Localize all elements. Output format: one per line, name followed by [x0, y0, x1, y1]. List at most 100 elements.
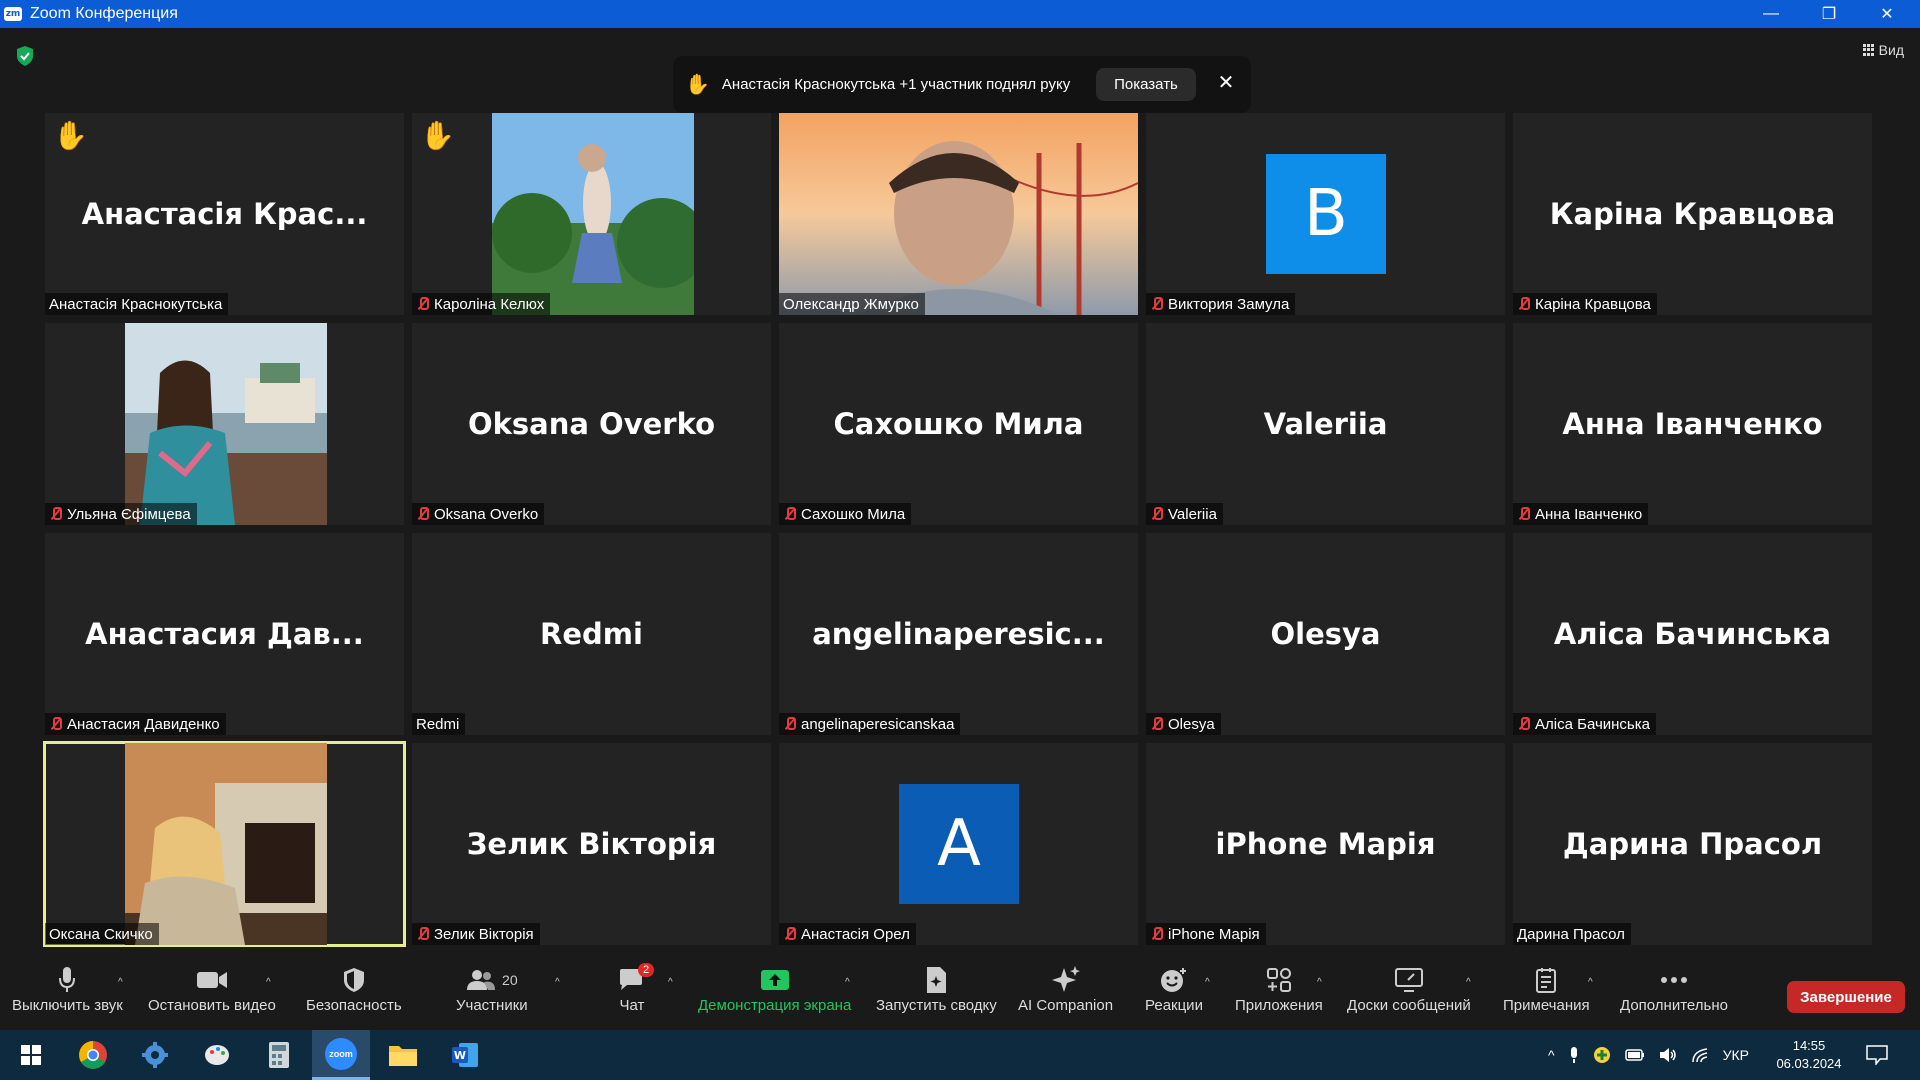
participant-name-label: Зелик Вікторія	[412, 923, 540, 945]
notes-caret-icon[interactable]: ^	[1588, 977, 1593, 988]
participant-video-feed	[492, 113, 694, 315]
participant-tile[interactable]: Анна Іванченко Анна Іванченко	[1513, 323, 1872, 525]
more-button[interactable]: Дополнительно	[1620, 963, 1728, 1014]
view-button[interactable]: Вид	[1862, 42, 1904, 58]
action-center-icon	[1866, 1045, 1888, 1065]
notes-button[interactable]: Примечания	[1503, 963, 1590, 1014]
whiteboards-label: Доски сообщений	[1347, 997, 1471, 1014]
reactions-caret-icon[interactable]: ^	[1205, 977, 1210, 988]
taskbar-file-explorer[interactable]	[374, 1030, 432, 1080]
apps-icon	[1266, 968, 1291, 992]
participant-display-name: Valeriia	[1263, 407, 1388, 441]
wifi-icon[interactable]	[1691, 1047, 1709, 1063]
ai-companion-button[interactable]: AI Companion	[1018, 963, 1113, 1014]
security-button[interactable]: Безопасность	[306, 963, 402, 1014]
participant-display-name: Redmi	[540, 617, 643, 651]
close-window-button[interactable]: ✕	[1858, 0, 1916, 28]
participant-tile[interactable]: ✋ Кароліна Келюх	[412, 113, 771, 315]
taskbar-settings[interactable]	[126, 1030, 184, 1080]
muted-mic-icon	[1150, 506, 1163, 522]
tray-microphone-icon[interactable]	[1569, 1046, 1579, 1064]
participant-tile[interactable]: Redmi Redmi	[412, 533, 771, 735]
mute-button[interactable]: Выключить звук	[12, 963, 123, 1014]
start-summary-button[interactable]: Запустить сводку	[876, 963, 997, 1014]
encryption-shield-icon[interactable]	[16, 46, 34, 66]
show-button[interactable]: Показать	[1096, 68, 1196, 101]
reactions-button[interactable]: Реакции	[1145, 963, 1203, 1014]
chat-label: Чат	[619, 997, 645, 1014]
participant-tile[interactable]: B Виктория Замула	[1146, 113, 1505, 315]
chat-unread-badge: 2	[638, 963, 655, 977]
participant-name: Oksana Overko	[434, 505, 539, 523]
participant-tile[interactable]: Олександр Жмурко	[779, 113, 1138, 315]
participant-tile[interactable]: iPhone Марія iPhone Марія	[1146, 743, 1505, 945]
muted-mic-icon	[783, 716, 796, 732]
whiteboards-button[interactable]: Доски сообщений	[1347, 963, 1471, 1014]
taskbar-calculator[interactable]	[250, 1030, 308, 1080]
participant-tile[interactable]: Ульяна Єфімцева	[45, 323, 404, 525]
participant-tile[interactable]: A Анастасія Орел	[779, 743, 1138, 945]
participant-display-name: Oksana Overko	[467, 407, 716, 441]
participant-tile[interactable]: Аліса Бачинська Аліса Бачинська	[1513, 533, 1872, 735]
close-notification-button[interactable]: ✕	[1213, 70, 1239, 95]
taskbar-chrome[interactable]	[64, 1030, 122, 1080]
tray-app-status-icon[interactable]	[1593, 1046, 1611, 1064]
participant-display-name: Зелик Вікторія	[466, 827, 717, 861]
battery-icon[interactable]	[1624, 1049, 1645, 1061]
participant-tile[interactable]: Valeriia Valeriia	[1146, 323, 1505, 525]
participant-avatar: A	[899, 784, 1019, 904]
apps-button[interactable]: Приложения	[1235, 963, 1323, 1014]
participant-name: Олександр Жмурко	[783, 295, 919, 313]
chat-button[interactable]: 2 Чат	[618, 963, 655, 1014]
participant-tile[interactable]: Зелик Вікторія Зелик Вікторія	[412, 743, 771, 945]
participant-tile[interactable]: Оксана Скичко	[43, 741, 406, 947]
participant-name: Анастасія Краснокутська	[49, 295, 223, 313]
audio-options-caret-icon[interactable]: ^	[118, 977, 123, 988]
clock-date: 06.03.2024	[1776, 1056, 1842, 1071]
minimize-button[interactable]: —	[1742, 0, 1800, 28]
muted-mic-icon	[416, 506, 429, 522]
taskbar-word[interactable]: W	[436, 1030, 494, 1080]
ai-sparkle-icon	[1051, 966, 1080, 992]
participant-tile[interactable]: Сахошко Мила Сахошко Мила	[779, 323, 1138, 525]
settings-gear-icon	[142, 1042, 168, 1068]
notes-icon	[1536, 968, 1557, 993]
windows-start-button[interactable]	[2, 1030, 60, 1080]
tray-overflow-chevron-icon[interactable]: ^	[1548, 1047, 1555, 1063]
taskbar-paint[interactable]	[188, 1030, 246, 1080]
clock[interactable]: 14:55 06.03.2024	[1766, 1030, 1852, 1080]
notes-label: Примечания	[1503, 997, 1590, 1014]
apps-caret-icon[interactable]: ^	[1317, 977, 1322, 988]
participant-tile[interactable]: Дарина Прасол Дарина Прасол	[1513, 743, 1872, 945]
participant-tile[interactable]: Oksana Overko Oksana Overko	[412, 323, 771, 525]
reaction-smiley-icon	[1160, 968, 1186, 992]
participants-caret-icon[interactable]: ^	[555, 977, 560, 988]
participant-tile[interactable]: Каріна Кравцова Каріна Кравцова	[1513, 113, 1872, 315]
participant-name: Olesya	[1168, 715, 1215, 733]
participant-tile[interactable]: angelinaperesic... angelinaperesicanskaa	[779, 533, 1138, 735]
start-summary-label: Запустить сводку	[876, 997, 997, 1014]
share-screen-button[interactable]: Демонстрация экрана	[698, 963, 851, 1014]
share-screen-label: Демонстрация экрана	[698, 997, 852, 1014]
share-options-caret-icon[interactable]: ^	[845, 977, 850, 988]
participant-tile[interactable]: Olesya Olesya	[1146, 533, 1505, 735]
stop-video-button[interactable]: Остановить видео	[148, 963, 276, 1014]
word-icon: W	[452, 1043, 478, 1067]
input-language[interactable]: УКР	[1723, 1047, 1749, 1063]
participant-display-name: Olesya	[1270, 617, 1381, 651]
chat-caret-icon[interactable]: ^	[668, 977, 673, 988]
participant-tile[interactable]: Анастасия Дав... Анастасия Давиденко	[45, 533, 404, 735]
participants-button[interactable]: 20 Участники	[456, 963, 528, 1014]
volume-icon[interactable]	[1659, 1047, 1677, 1063]
svg-text:W: W	[454, 1049, 466, 1062]
whiteboards-caret-icon[interactable]: ^	[1466, 977, 1471, 988]
notification-center-button[interactable]	[1866, 1030, 1888, 1080]
windows-taskbar: zoom W ^ УКР 14:55 06.03.2024	[0, 1030, 1920, 1080]
end-meeting-button[interactable]: Завершение	[1787, 981, 1905, 1013]
taskbar-zoom[interactable]: zoom	[312, 1030, 370, 1080]
video-options-caret-icon[interactable]: ^	[266, 977, 271, 988]
restore-button[interactable]: ❐	[1800, 0, 1858, 28]
participant-name: Аліса Бачинська	[1535, 715, 1650, 733]
whiteboard-icon	[1394, 968, 1423, 992]
participant-tile[interactable]: Анастасія Крас... ✋ Анастасія Краснокутськ…	[45, 113, 404, 315]
